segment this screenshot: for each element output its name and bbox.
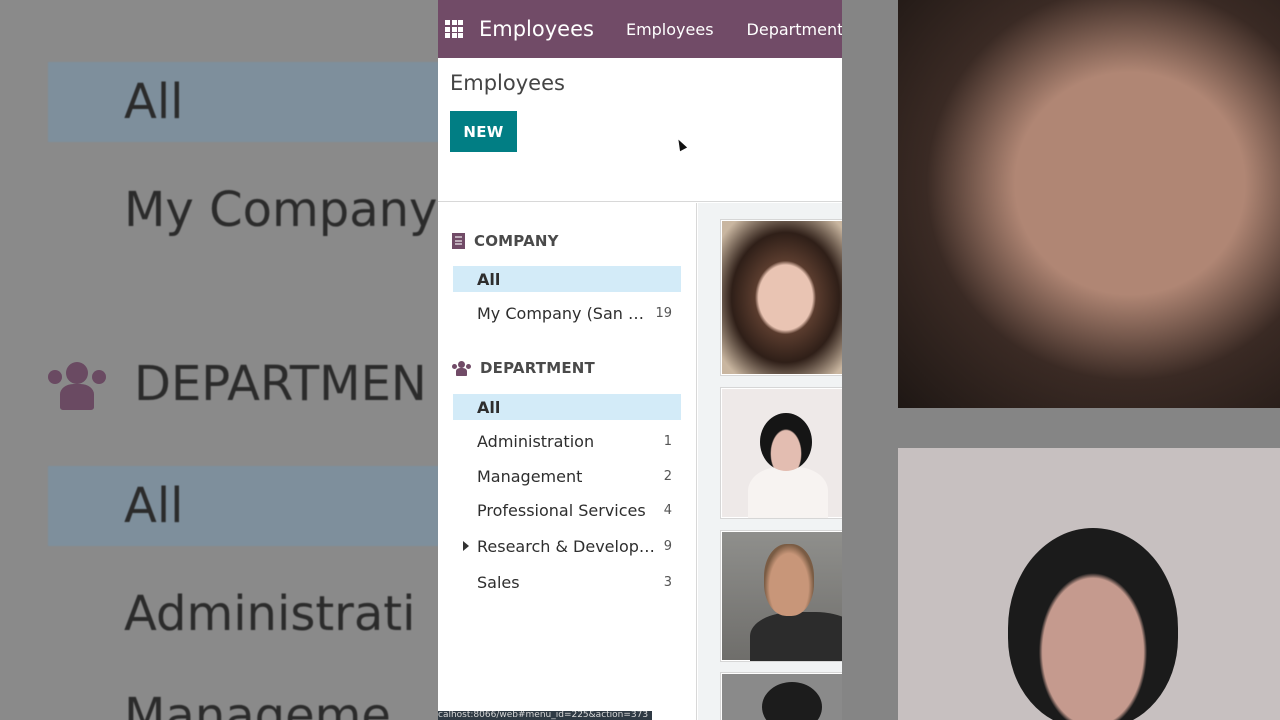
- app-name[interactable]: Employees: [479, 17, 594, 41]
- company-item-my-company[interactable]: My Company (San … 19: [453, 300, 681, 326]
- department-item-management[interactable]: Management 2: [453, 463, 681, 489]
- department-item-label: Research & Develop…: [477, 536, 655, 556]
- department-item-professional-services[interactable]: Professional Services 4: [453, 497, 681, 523]
- menu-departments[interactable]: Department: [747, 20, 842, 39]
- department-item-label: Administration: [477, 431, 595, 451]
- employee-card[interactable]: [720, 219, 842, 376]
- company-item-label: All: [477, 269, 501, 289]
- background-photo-2: [898, 448, 1280, 720]
- menu-employees[interactable]: Employees: [626, 20, 714, 39]
- employee-photo: [722, 221, 842, 374]
- department-item-label: Sales: [477, 572, 520, 592]
- background-row-department: DEPARTMEN: [134, 356, 427, 412]
- department-item-research-development[interactable]: Research & Develop… 9: [453, 533, 681, 559]
- status-bar-url: calhost:8066/web#menu_id=225&action=373: [438, 711, 652, 720]
- page-title: Employees: [450, 71, 565, 95]
- department-item-sales[interactable]: Sales 3: [453, 569, 681, 595]
- department-item-label: Professional Services: [477, 500, 646, 520]
- background-users-icon: [48, 362, 106, 412]
- department-item-count: 4: [663, 502, 672, 518]
- building-icon: [452, 233, 465, 249]
- department-section-title: DEPARTMENT: [480, 359, 595, 377]
- company-item-label: My Company (San …: [477, 303, 644, 323]
- department-item-all[interactable]: All: [453, 394, 681, 420]
- top-navbar: Employees Employees Department: [438, 0, 842, 58]
- background-left-panel: ■ All My Company DEPARTMEN All Administr…: [0, 0, 438, 720]
- department-item-count: 3: [663, 574, 672, 590]
- company-item-count: 19: [655, 305, 672, 321]
- company-section-title: COMPANY: [474, 232, 559, 250]
- background-row-all: All: [48, 62, 438, 142]
- company-section-header: COMPANY: [452, 232, 559, 250]
- department-item-count: 1: [663, 433, 672, 449]
- new-button[interactable]: NEW: [450, 111, 517, 152]
- employee-photo: [722, 389, 842, 518]
- caret-right-icon[interactable]: [463, 541, 469, 551]
- department-item-count: 9: [663, 538, 672, 554]
- employees-app-window: Employees Employees Department Employees…: [438, 0, 842, 720]
- employee-card[interactable]: [720, 672, 842, 720]
- employee-photo: [722, 674, 842, 720]
- control-panel: Employees NEW: [438, 58, 842, 202]
- department-item-administration[interactable]: Administration 1: [453, 428, 681, 454]
- search-panel: COMPANY All My Company (San … 19 DEPARTM…: [438, 203, 697, 720]
- background-row-management: Manageme: [124, 688, 391, 720]
- users-icon: [452, 360, 471, 376]
- department-item-label: All: [477, 397, 501, 417]
- employee-kanban-view: [698, 203, 842, 720]
- department-item-count: 2: [663, 468, 672, 484]
- employee-photo: [722, 532, 842, 661]
- employee-card[interactable]: [720, 530, 842, 662]
- company-item-all[interactable]: All: [453, 266, 681, 292]
- apps-grid-icon[interactable]: [445, 20, 463, 38]
- department-item-label: Management: [477, 466, 583, 486]
- mouse-cursor-icon: [674, 137, 688, 152]
- employee-card[interactable]: [720, 387, 842, 519]
- background-photo-1: [898, 0, 1280, 408]
- background-right-panel: [842, 0, 1280, 720]
- background-row-company: My Company: [124, 182, 438, 238]
- background-row-administration: Administrati: [124, 586, 416, 642]
- department-section-header: DEPARTMENT: [452, 359, 595, 377]
- background-row-all-2: All: [48, 466, 438, 546]
